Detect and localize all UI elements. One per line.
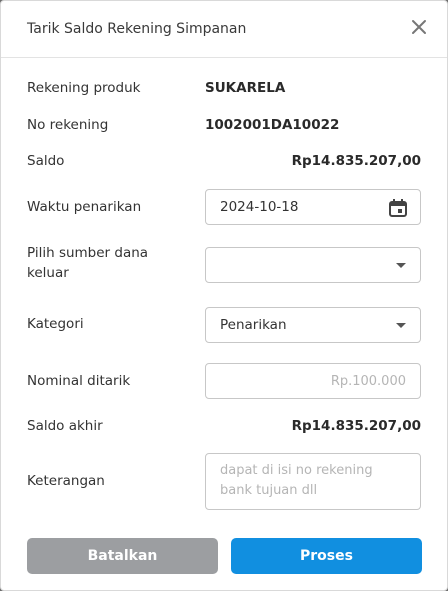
submit-button[interactable]: Proses xyxy=(231,538,422,574)
calendar-icon[interactable] xyxy=(388,198,408,218)
note-textarea[interactable]: dapat di isi no rekening bank tujuan dll xyxy=(205,453,421,510)
withdraw-modal: Tarik Saldo Rekening Simpanan Rekening p… xyxy=(0,0,448,591)
chevron-down-icon xyxy=(396,263,406,268)
note-label: Keterangan xyxy=(27,473,105,489)
product-value: SUKARELA xyxy=(205,80,286,96)
account-label: No rekening xyxy=(27,117,109,133)
balance-label: Saldo xyxy=(27,153,65,169)
category-label: Kategori xyxy=(27,316,84,332)
amount-placeholder: Rp.100.000 xyxy=(330,374,406,389)
date-value: 2024-10-18 xyxy=(220,199,299,215)
balance-value: Rp14.835.207,00 xyxy=(291,153,421,169)
amount-input[interactable]: Rp.100.000 xyxy=(205,363,421,399)
amount-label: Nominal ditarik xyxy=(27,373,131,389)
final-balance-label: Saldo akhir xyxy=(27,418,103,434)
source-label-line2: keluar xyxy=(27,265,69,281)
chevron-down-icon xyxy=(396,323,406,328)
source-label-line1: Pilih sumber dana xyxy=(27,245,149,261)
modal-title: Tarik Saldo Rekening Simpanan xyxy=(27,21,247,37)
final-balance-value: Rp14.835.207,00 xyxy=(291,418,421,434)
category-value: Penarikan xyxy=(220,317,287,333)
modal-header: Tarik Saldo Rekening Simpanan xyxy=(1,1,447,58)
date-field[interactable]: 2024-10-18 xyxy=(205,189,421,225)
close-icon[interactable] xyxy=(409,17,429,37)
product-label: Rekening produk xyxy=(27,80,141,96)
source-select[interactable] xyxy=(205,247,421,283)
date-label: Waktu penarikan xyxy=(27,199,142,215)
account-value: 1002001DA10022 xyxy=(205,117,340,133)
cancel-button[interactable]: Batalkan xyxy=(27,538,218,574)
category-select[interactable]: Penarikan xyxy=(205,307,421,343)
note-placeholder: dapat di isi no rekening bank tujuan dll xyxy=(220,463,373,498)
